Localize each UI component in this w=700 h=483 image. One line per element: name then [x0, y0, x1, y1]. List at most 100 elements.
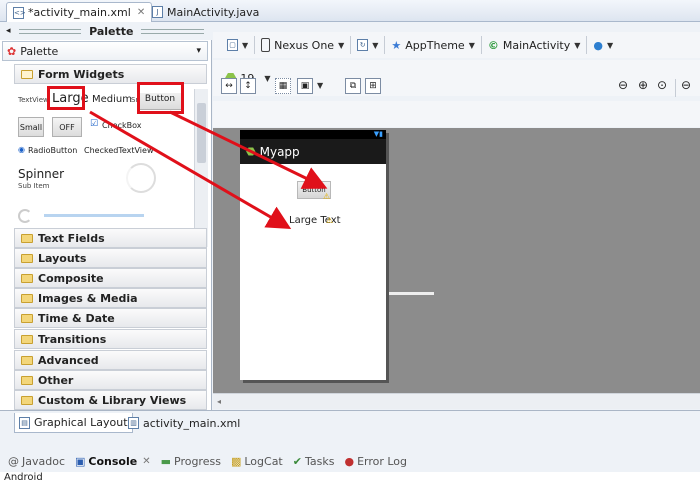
widget-checkedtextview[interactable]: CheckedTextView [84, 146, 154, 155]
folder-icon [21, 375, 33, 385]
zoom-actual-icon[interactable]: ⊙ [657, 78, 667, 92]
category-composite[interactable]: Composite [14, 268, 207, 288]
palette-title: Palette [89, 24, 134, 38]
separator [480, 36, 482, 54]
category-label: Layouts [38, 251, 87, 265]
widget-medium-text[interactable]: Medium [92, 94, 132, 105]
tab-xml-source[interactable]: ▥ activity_main.xml [124, 413, 244, 433]
logcat-icon: ▩ [230, 454, 242, 468]
folder-icon [21, 395, 33, 405]
chevron-down-icon: ▼ [264, 73, 271, 83]
palette-scrollbar[interactable] [194, 89, 208, 247]
gravity-icon[interactable]: ▣ [297, 78, 313, 94]
theme-label: AppTheme [405, 38, 465, 52]
xml-file-icon: <> [13, 6, 26, 19]
layout-toolbar: ▢ ▼ Nexus One ▼ ↻ ▼ ★ AppTheme ▼ © MainAct… [213, 32, 700, 58]
category-other[interactable]: Other [14, 370, 207, 390]
progress-bar-widget[interactable] [44, 214, 144, 217]
category-transitions[interactable]: Transitions [14, 329, 207, 349]
canvas-horizontal-scrollbar[interactable]: ◂ [213, 393, 700, 409]
annotation-box-large [47, 86, 85, 110]
tab-graphical-layout[interactable]: ▤ Graphical Layout [14, 413, 133, 433]
zoom-fit-icon[interactable]: ⊕ [638, 78, 648, 92]
close-icon[interactable]: ✕ [142, 456, 150, 467]
action-bar: ⬣ Myapp [240, 139, 386, 164]
layout-outline-icon[interactable]: ⊞ [365, 78, 381, 94]
locale-dropdown[interactable]: ● ▼ [593, 35, 613, 55]
category-label: Transitions [38, 332, 107, 346]
checkbox-icon: ☑ [90, 119, 99, 129]
tab-label: Console [88, 454, 138, 468]
canvas-toolbar: ↔ ↕ ▦ ▣ ▼ ⧉ ⊞ ⊖ ⊕ ⊙ ⊖ [213, 78, 700, 127]
warning-icon: ⚠ [323, 192, 331, 201]
widget-sub-item: Sub Item [18, 182, 50, 190]
toggle-width-icon[interactable]: ↔ [221, 78, 237, 94]
toggle-height-icon[interactable]: ↕ [240, 78, 256, 94]
scroll-thumb[interactable] [197, 103, 206, 163]
console-icon: ▣ [75, 454, 86, 468]
separator [675, 79, 676, 97]
folder-icon [21, 253, 33, 263]
console-output: Android [0, 472, 700, 483]
category-label: Time & Date [38, 311, 115, 325]
widget-checkbox[interactable]: CheckBox [102, 121, 141, 130]
category-text-fields[interactable]: Text Fields [14, 228, 207, 248]
tab-progress[interactable]: ▬ Progress [161, 455, 221, 468]
category-label: Text Fields [38, 231, 105, 245]
scroll-left-icon[interactable]: ◂ [217, 397, 221, 406]
widget-small-button[interactable]: Small [18, 117, 44, 137]
category-custom-library[interactable]: Custom & Library Views [14, 390, 207, 410]
category-time-date[interactable]: Time & Date [14, 308, 207, 328]
category-layouts[interactable]: Layouts [14, 248, 207, 268]
chevron-down-icon: ▼ [468, 40, 475, 50]
tab-console[interactable]: ▣ Console ✕ [75, 455, 151, 468]
category-advanced[interactable]: Advanced [14, 350, 207, 370]
zoom-in-icon[interactable]: ⊖ [681, 78, 691, 92]
chevron-down-icon: ▼ [574, 40, 581, 50]
tab-error-log[interactable]: ● Error Log [344, 455, 407, 468]
signal-battery-icon: ▼▮ [373, 130, 383, 138]
tab-tasks[interactable]: ✔ Tasks [293, 455, 335, 468]
chevron-down-icon[interactable]: ▼ [317, 81, 323, 90]
tab-javadoc[interactable]: @ Javadoc [8, 455, 65, 468]
tab-label: Graphical Layout [34, 416, 128, 429]
console-tab-bar: @ Javadoc ▣ Console ✕ ▬ Progress ▩ LogCat ✔ Ta… [0, 450, 700, 472]
header-divider [18, 28, 82, 34]
app-icon: ⬣ [246, 145, 256, 158]
category-form-widgets[interactable]: Form Widgets [14, 64, 207, 84]
zoom-out-icon[interactable]: ⊖ [618, 78, 628, 92]
layout-preview-icon[interactable]: ⧉ [345, 78, 361, 94]
device-dropdown[interactable]: Nexus One ▼ [261, 35, 344, 55]
device-preview[interactable]: ▼▮ ⬣ Myapp Button ⚠ Large Text ⚠ [240, 130, 386, 380]
widget-radiobutton[interactable]: RadioButton [28, 146, 77, 155]
widget-toggle-button[interactable]: OFF [52, 117, 82, 137]
category-images-media[interactable]: Images & Media [14, 288, 207, 308]
collapse-arrow-icon[interactable]: ◂ [6, 26, 11, 36]
tab-mainactivity-java[interactable]: J MainActivity.java [146, 2, 265, 22]
category-label: Form Widgets [38, 67, 125, 81]
separator [254, 36, 256, 54]
close-icon[interactable]: ✕ [137, 7, 145, 18]
widget-textview[interactable]: TextView [18, 96, 49, 104]
tab-logcat[interactable]: ▩ LogCat [231, 455, 283, 468]
tab-label: activity_main.xml [143, 416, 241, 430]
palette-mode-dropdown[interactable]: ✿ Palette ▾ [2, 41, 208, 61]
graphical-layout-icon: ▤ [19, 416, 30, 429]
palette-icon: ✿ [7, 44, 17, 58]
device-label: Nexus One [274, 38, 335, 52]
theme-dropdown[interactable]: ★ AppTheme ▼ [391, 35, 474, 55]
annotation-box-button [137, 82, 184, 114]
tab-label: Progress [174, 454, 221, 468]
show-margins-icon[interactable]: ▦ [275, 78, 291, 94]
widget-spinner[interactable]: Spinner [18, 167, 64, 181]
chevron-down-icon: ▼ [338, 40, 345, 50]
star-icon: ★ [391, 38, 402, 52]
tab-label: MainActivity.java [167, 5, 260, 19]
orientation-dropdown[interactable]: ↻ ▼ [357, 35, 378, 55]
config-chooser-button[interactable]: ▢ ▼ [227, 35, 248, 55]
activity-dropdown[interactable]: © MainActivity ▼ [488, 35, 581, 55]
small-progress-icon[interactable] [18, 209, 32, 223]
tab-activity-main-xml[interactable]: <> *activity_main.xml ✕ [6, 2, 153, 22]
tab-label: Error Log [357, 454, 408, 468]
progress-spinner-icon[interactable] [126, 163, 156, 193]
